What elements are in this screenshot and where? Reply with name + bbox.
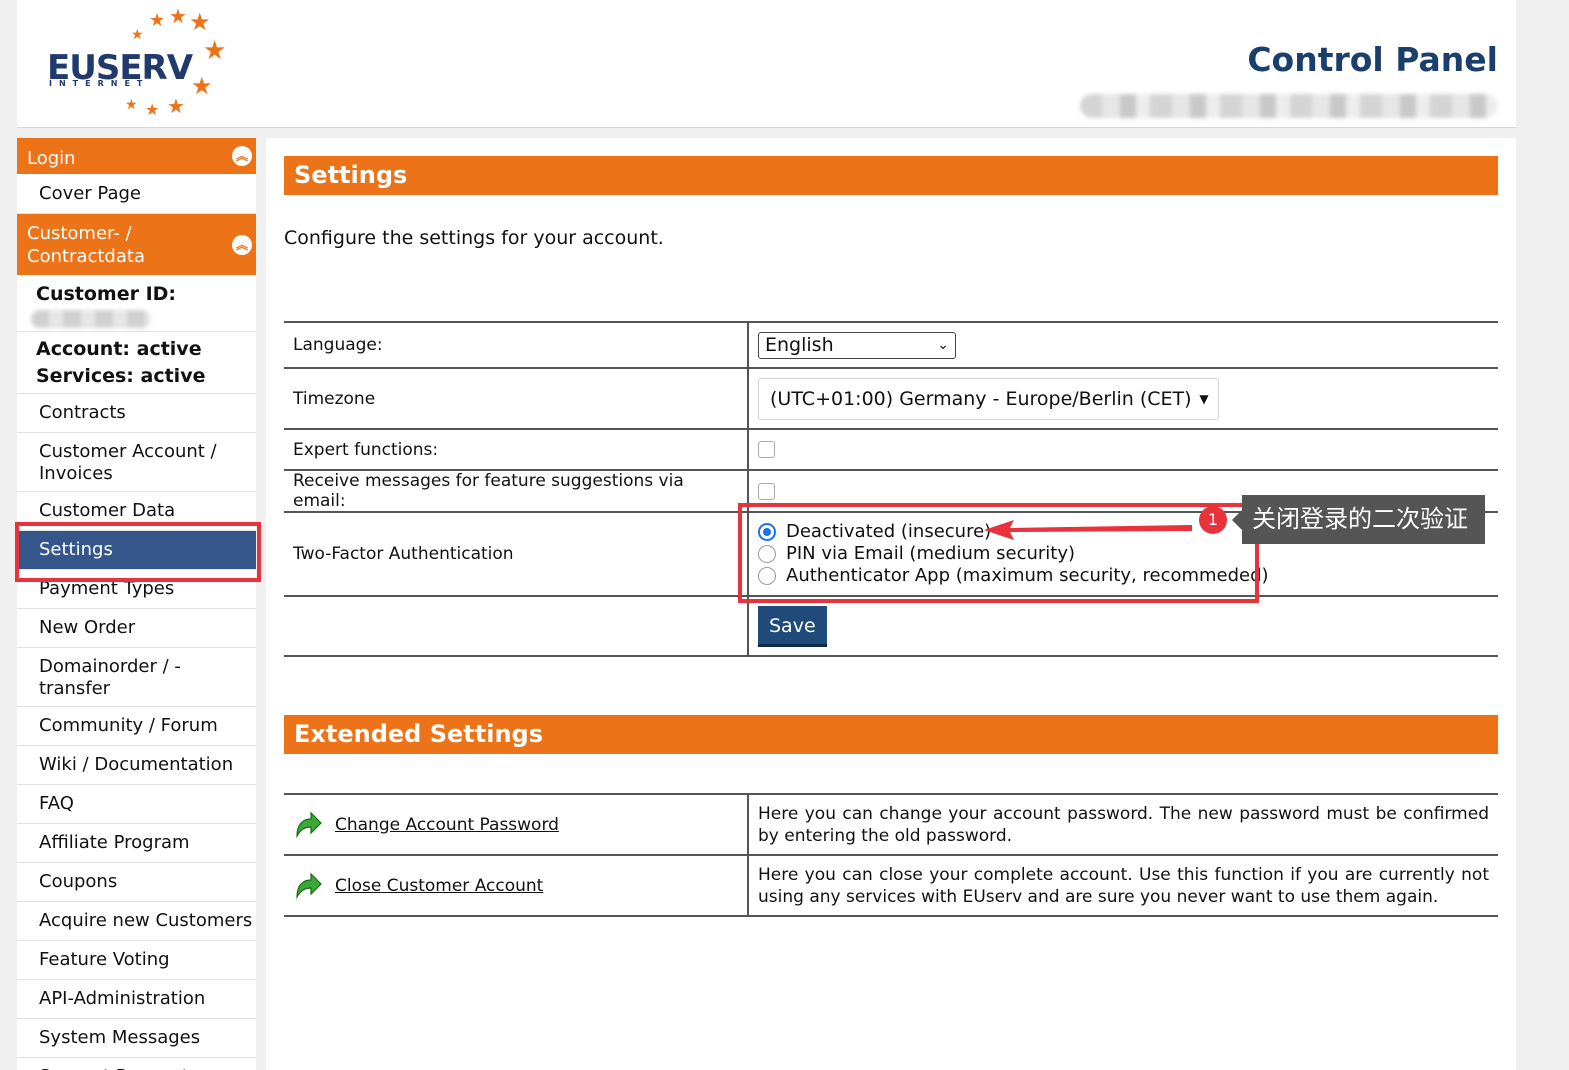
expert-checkbox[interactable] (758, 441, 775, 458)
close-account-link[interactable]: Close Customer Account (335, 876, 543, 896)
link-cell: Close Customer Account (284, 854, 749, 917)
table-row: Close Customer Account Here you can clos… (284, 854, 1498, 917)
collapse-chevron-icon[interactable]: ︽ (232, 234, 252, 255)
timezone-value: (UTC+01:00) Germany - Europe/Berlin (CET… (770, 387, 1192, 410)
star-icon: ★ (167, 94, 185, 118)
close-account-desc: Here you can close your complete account… (758, 864, 1489, 907)
link-cell: Change Account Password (284, 793, 749, 855)
annotation-arrow-icon (984, 520, 1192, 540)
sidebar-item-feature-voting[interactable]: Feature Voting (17, 941, 256, 980)
main-content: Settings Configure the settings for your… (266, 138, 1516, 1070)
header: ★ ★ ★ ★ ★ ★ ★ ★ ★ EUSERV INTERNET Contro… (17, 0, 1516, 128)
star-icon: ★ (191, 72, 213, 100)
timezone-row: Timezone (UTC+01:00) Germany - Europe/Be… (284, 367, 1498, 429)
star-icon: ★ (189, 8, 211, 36)
sidebar-item-wiki[interactable]: Wiki / Documentation (17, 746, 256, 785)
star-icon: ★ (125, 97, 138, 113)
redacted-customer-id (31, 310, 151, 328)
desc-cell: Here you can close your complete account… (748, 854, 1498, 917)
language-cell: English ⌄ (748, 321, 1498, 368)
extended-settings-heading: Extended Settings (284, 715, 1498, 754)
language-label: Language: (284, 321, 749, 368)
euserv-logo[interactable]: ★ ★ ★ ★ ★ ★ ★ ★ ★ EUSERV INTERNET (31, 4, 231, 122)
sidebar-item-customer-account[interactable]: Customer Account / Invoices (17, 433, 256, 492)
sidebar-item-community[interactable]: Community / Forum (17, 707, 256, 746)
sidebar-section-login[interactable]: Login ︽ (17, 138, 256, 175)
settings-intro: Configure the settings for your account. (284, 227, 664, 249)
timezone-cell: (UTC+01:00) Germany - Europe/Berlin (CET… (748, 367, 1498, 429)
expert-cell (748, 428, 1498, 470)
sidebar-item-system-messages[interactable]: System Messages (17, 1019, 256, 1058)
sidebar-item-affiliate[interactable]: Affiliate Program (17, 824, 256, 863)
save-button[interactable]: Save (758, 605, 827, 647)
green-arrow-icon (296, 811, 322, 838)
sidebar-item-new-order[interactable]: New Order (17, 609, 256, 648)
page-title: Control Panel (1247, 40, 1498, 79)
expert-label: Expert functions: (284, 428, 749, 470)
star-icon: ★ (131, 27, 144, 43)
sidebar-item-contracts[interactable]: Contracts (17, 394, 256, 433)
table-row: Change Account Password Here you can cha… (284, 793, 1498, 855)
highlight-box-settings (15, 522, 261, 582)
language-value: English (765, 333, 834, 356)
timezone-label: Timezone (284, 367, 749, 429)
feature-msg-checkbox[interactable] (758, 482, 775, 500)
sidebar-item-domainorder[interactable]: Domainorder / -transfer (17, 648, 256, 707)
feature-msg-label: Receive messages for feature suggestions… (284, 469, 749, 512)
star-icon: ★ (169, 4, 187, 28)
desc-cell: Here you can change your account passwor… (748, 793, 1498, 855)
language-row: Language: English ⌄ (284, 321, 1498, 368)
logo-subtext: INTERNET (49, 79, 150, 88)
sidebar-item-faq[interactable]: FAQ (17, 785, 256, 824)
star-icon: ★ (145, 100, 160, 119)
sidebar-item-cover-page[interactable]: Cover Page (17, 175, 256, 214)
redacted-user-info (1080, 94, 1498, 118)
caret-down-icon: ▼ (1199, 391, 1209, 406)
extended-settings-table: Change Account Password Here you can cha… (284, 793, 1498, 917)
green-arrow-icon (296, 872, 322, 899)
sidebar-item-api-administration[interactable]: API-Administration (17, 980, 256, 1019)
sidebar-item-acquire-customers[interactable]: Acquire new Customers (17, 902, 256, 941)
sidebar-item-coupons[interactable]: Coupons (17, 863, 256, 902)
save-cell: Save (748, 595, 1498, 657)
change-password-desc: Here you can change your account passwor… (758, 803, 1489, 846)
settings-heading: Settings (284, 156, 1498, 195)
sidebar-item-support-requests[interactable]: Support Requests (17, 1058, 256, 1070)
annotation-tip: 关闭登录的二次验证 (1232, 495, 1485, 544)
services-status: Services: active (17, 362, 256, 394)
sidebar: Login ︽ Cover Page Customer- / Contractd… (17, 138, 256, 1070)
step-badge: 1 (1199, 506, 1227, 534)
timezone-select[interactable]: (UTC+01:00) Germany - Europe/Berlin (CET… (758, 377, 1219, 420)
collapse-chevron-icon[interactable]: ︽ (232, 146, 252, 166)
chevron-down-icon: ⌄ (937, 336, 949, 353)
star-icon: ★ (149, 10, 166, 31)
two-factor-label: Two-Factor Authentication (284, 511, 749, 596)
customer-id-label: Customer ID: (36, 283, 177, 305)
expert-row: Expert functions: (284, 428, 1498, 470)
customer-id: Customer ID: (17, 276, 256, 332)
save-row: Save (284, 595, 1498, 657)
account-status: Account: active (36, 338, 202, 360)
empty-cell (284, 595, 749, 657)
language-select[interactable]: English ⌄ (758, 331, 956, 359)
star-icon: ★ (203, 36, 227, 66)
change-password-link[interactable]: Change Account Password (335, 815, 559, 835)
sidebar-section-customer[interactable]: Customer- / Contractdata ︽ (17, 214, 256, 276)
sidebar-section-label: Customer- / Contractdata (27, 223, 145, 267)
sidebar-section-label: Login (27, 148, 76, 169)
settings-form: Language: English ⌄ Timezone (UTC+01:00)… (284, 321, 1498, 657)
